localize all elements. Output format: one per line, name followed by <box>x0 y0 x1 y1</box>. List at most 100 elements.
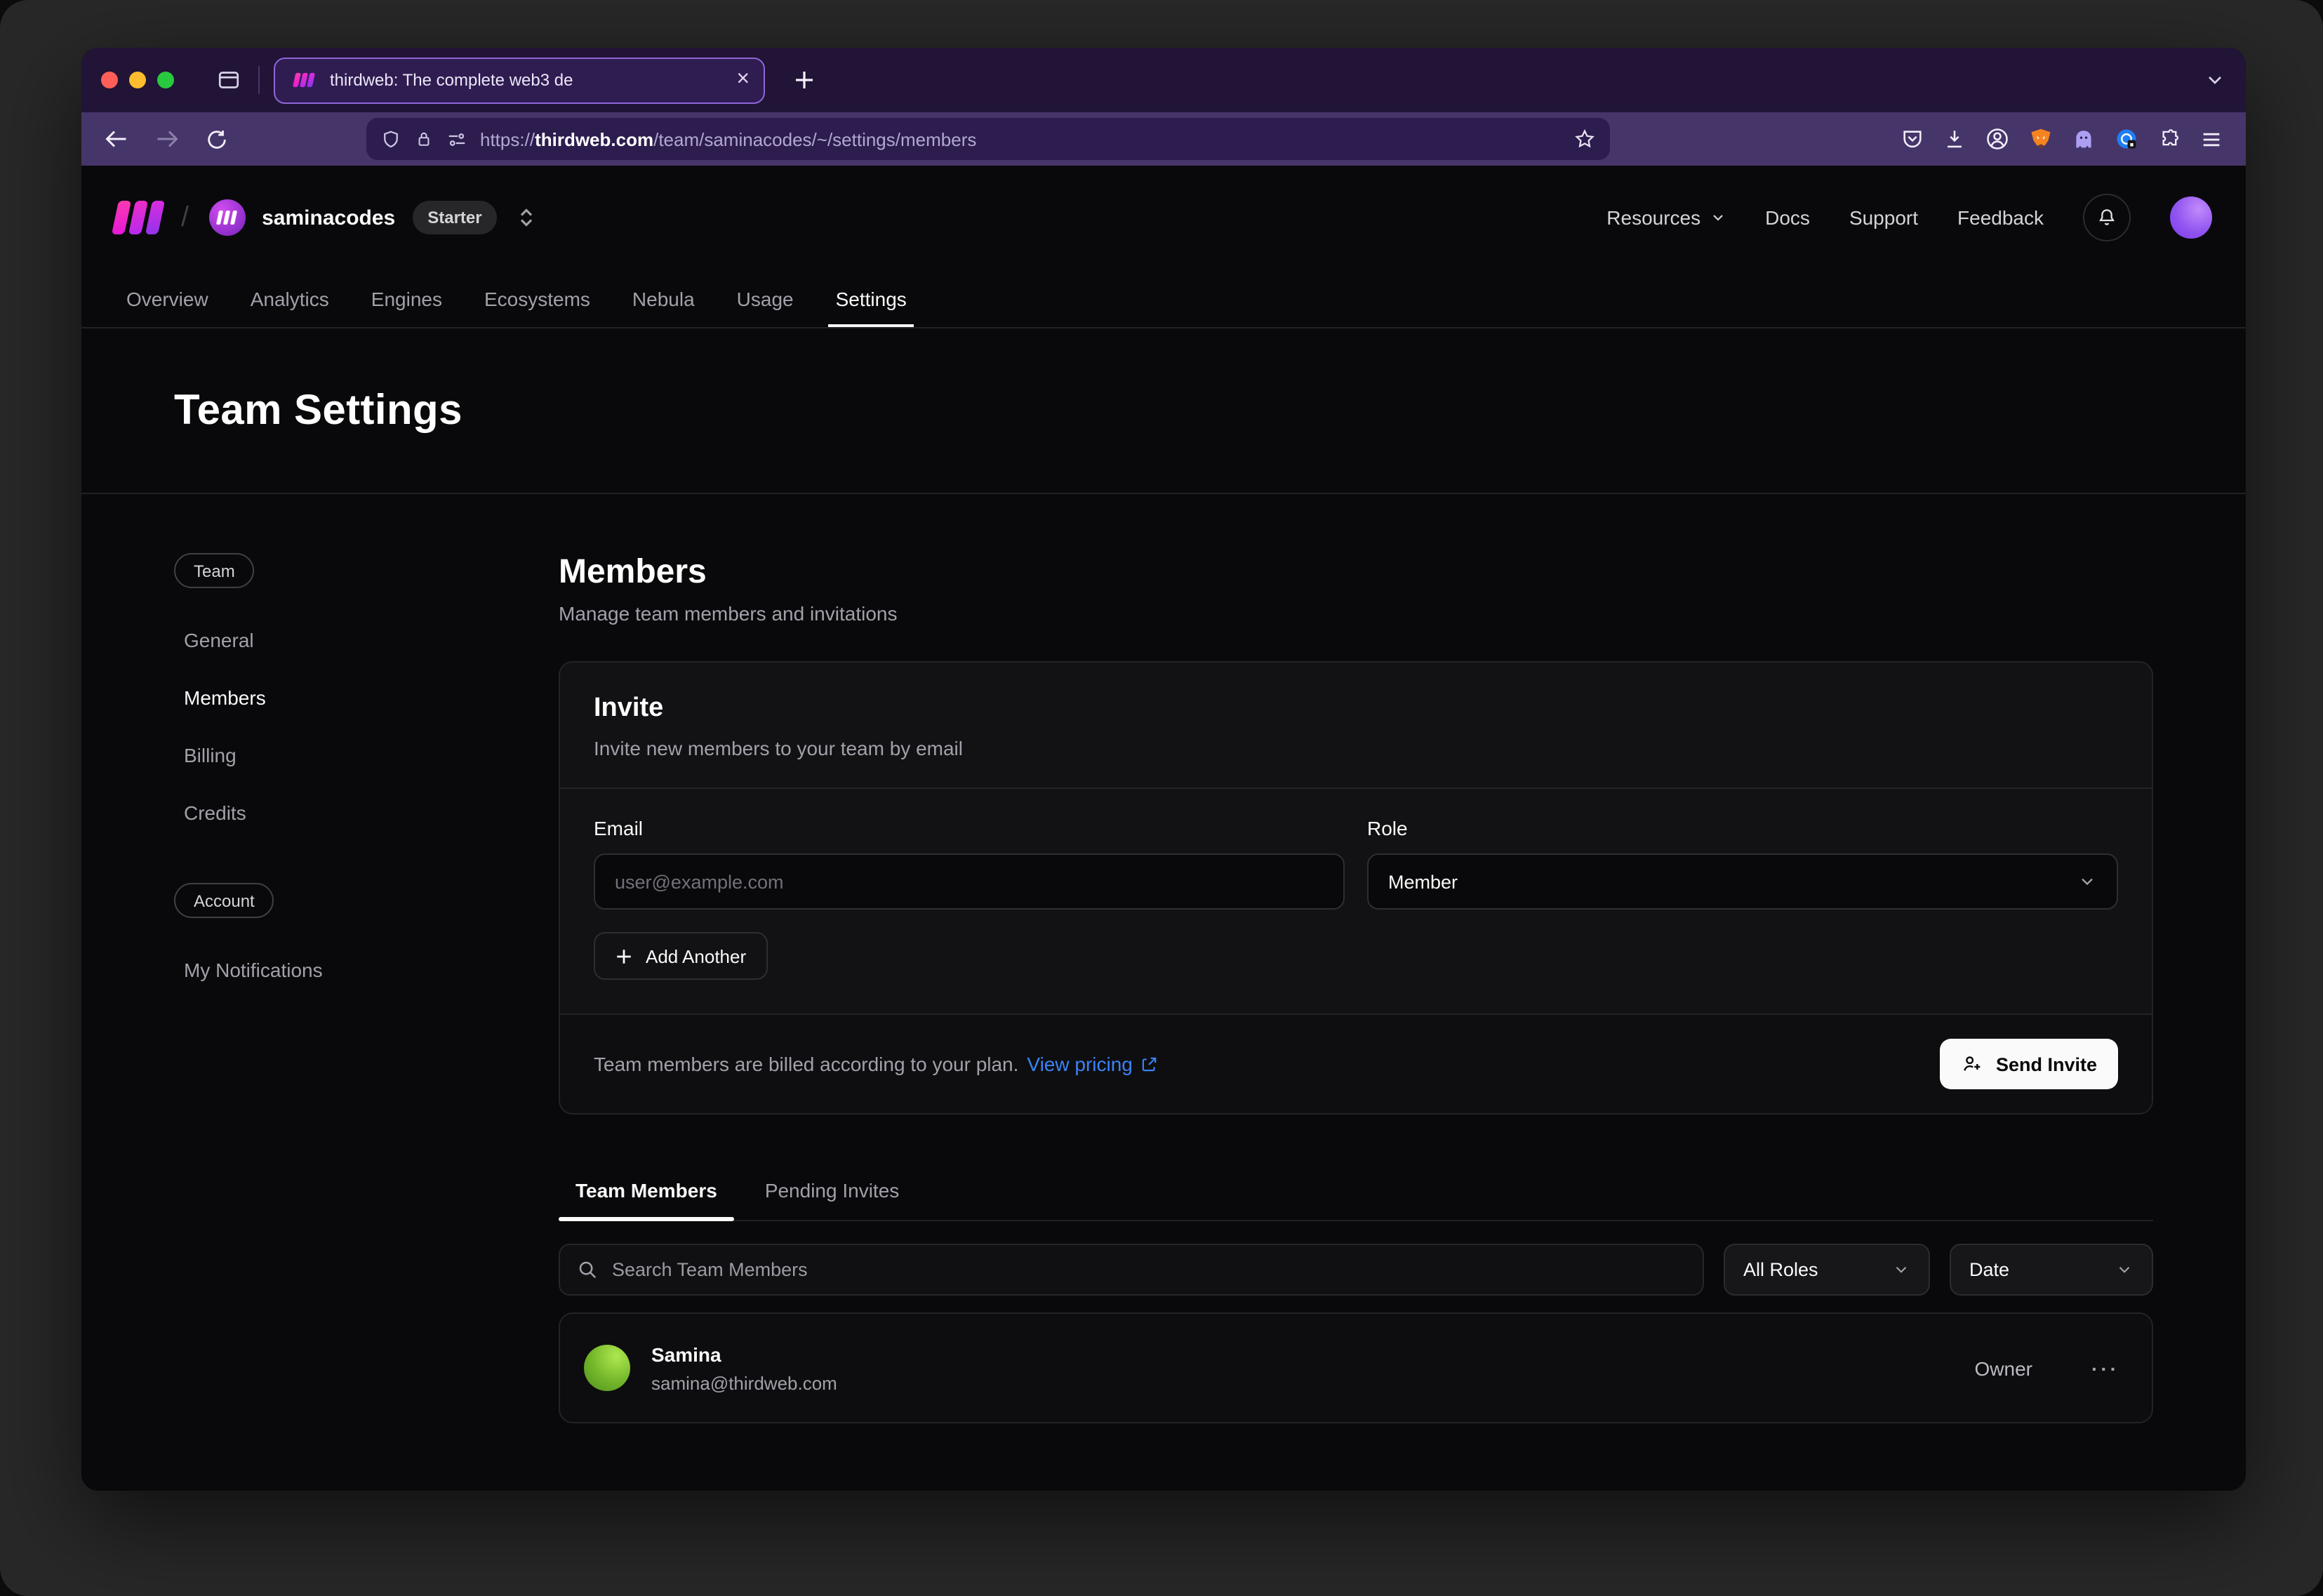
tab-pending-invites[interactable]: Pending Invites <box>748 1179 916 1220</box>
downloads-icon[interactable] <box>1943 127 1966 151</box>
send-invite-button[interactable]: Send Invite <box>1940 1039 2118 1089</box>
team-switcher-icon[interactable] <box>517 206 537 229</box>
breadcrumb-separator: / <box>181 201 189 234</box>
sidebar-item-members[interactable]: Members <box>184 668 511 726</box>
phantom-icon[interactable] <box>2072 127 2096 151</box>
email-label: Email <box>594 817 1345 839</box>
tab-ecosystems[interactable]: Ecosystems <box>484 270 590 327</box>
date-sort-select[interactable]: Date <box>1950 1244 2153 1296</box>
external-link-icon <box>1140 1055 1158 1073</box>
account-icon[interactable] <box>1985 126 2010 152</box>
sidebar-group-account: Account <box>174 883 274 918</box>
view-pricing-link[interactable]: View pricing <box>1027 1053 1157 1075</box>
user-avatar[interactable] <box>2170 197 2212 239</box>
firefox-view-icon[interactable] <box>216 67 241 93</box>
email-field[interactable] <box>615 871 1324 892</box>
add-another-button[interactable]: Add Another <box>594 932 767 980</box>
team-name[interactable]: saminacodes <box>262 206 395 230</box>
sidebar-item-my-notifications[interactable]: My Notifications <box>184 940 511 998</box>
password-manager-icon[interactable] <box>2114 126 2139 152</box>
member-avatar <box>584 1345 630 1391</box>
email-field-wrap <box>594 853 1345 910</box>
maximize-window-button[interactable] <box>157 72 174 88</box>
nav-resources[interactable]: Resources <box>1606 206 1726 229</box>
tab-nebula[interactable]: Nebula <box>632 270 695 327</box>
browser-tab[interactable]: thirdweb: The complete web3 de × <box>274 57 765 103</box>
search-wrap <box>559 1244 1704 1296</box>
bookmark-star-icon[interactable] <box>1573 128 1596 150</box>
tab-team-members[interactable]: Team Members <box>559 1179 734 1220</box>
role-select[interactable]: Member <box>1367 853 2118 910</box>
url-bar[interactable]: https://thirdweb.com/team/saminacodes/~/… <box>366 118 1610 160</box>
new-tab-icon[interactable] <box>793 69 816 91</box>
sidebar-group-team: Team <box>174 553 255 588</box>
nav-docs[interactable]: Docs <box>1765 206 1810 229</box>
url-text[interactable]: https://thirdweb.com/team/saminacodes/~/… <box>480 128 976 149</box>
page-title-band: Team Settings <box>81 328 2246 494</box>
sidebar-item-general[interactable]: General <box>184 611 511 668</box>
tab-analytics[interactable]: Analytics <box>251 270 329 327</box>
bell-icon <box>2096 206 2118 229</box>
member-list: Samina samina@thirdweb.com Owner ··· <box>559 1312 2153 1423</box>
role-label: Role <box>1367 817 2118 839</box>
thirdweb-favicon <box>294 73 314 87</box>
desktop: thirdweb: The complete web3 de × <box>0 0 2323 1596</box>
plus-icon <box>615 947 633 965</box>
back-icon[interactable] <box>104 126 129 152</box>
member-role: Owner <box>1975 1357 2032 1379</box>
extensions-puzzle-icon[interactable] <box>2157 127 2181 151</box>
chevron-down-icon <box>2115 1261 2134 1279</box>
tab-list-chevron-icon[interactable] <box>2204 69 2226 91</box>
member-actions-menu-icon[interactable]: ··· <box>2091 1357 2119 1379</box>
notifications-bell-button[interactable] <box>2083 194 2131 241</box>
browser-toolbar: https://thirdweb.com/team/saminacodes/~/… <box>81 112 2246 166</box>
invite-title: Invite <box>594 693 2118 724</box>
team-avatar[interactable] <box>208 199 245 236</box>
tab-usage[interactable]: Usage <box>737 270 794 327</box>
page-title: Team Settings <box>174 387 462 434</box>
chevron-down-icon <box>1709 209 1726 226</box>
tab-overview[interactable]: Overview <box>126 270 208 327</box>
member-email: samina@thirdweb.com <box>651 1372 837 1393</box>
member-row: Samina samina@thirdweb.com Owner ··· <box>560 1314 2152 1422</box>
member-filters: All Roles Date <box>559 1244 2153 1296</box>
tracking-protection-shield-icon[interactable] <box>380 128 401 149</box>
roles-filter-select[interactable]: All Roles <box>1724 1244 1930 1296</box>
lock-icon[interactable] <box>414 129 434 149</box>
tab-settings[interactable]: Settings <box>836 270 907 327</box>
menu-hamburger-icon[interactable] <box>2199 127 2223 151</box>
members-heading: Members <box>559 553 2153 592</box>
window-controls[interactable] <box>101 72 174 88</box>
close-window-button[interactable] <box>101 72 118 88</box>
nav-feedback[interactable]: Feedback <box>1957 206 2044 229</box>
minimize-window-button[interactable] <box>129 72 146 88</box>
close-tab-icon[interactable]: × <box>736 67 750 93</box>
browser-tab-bar: thirdweb: The complete web3 de × <box>81 48 2246 112</box>
tab-engines[interactable]: Engines <box>371 270 442 327</box>
search-input[interactable] <box>612 1259 1686 1280</box>
settings-sidebar: Team General Members Billing Credits Acc… <box>174 553 511 1423</box>
search-icon <box>577 1259 598 1280</box>
role-value: Member <box>1388 871 1458 892</box>
billing-note: Team members are billed according to you… <box>594 1053 1158 1075</box>
member-name: Samina <box>651 1343 837 1365</box>
site-header: / saminacodes Starter Resources Docs Sup… <box>81 166 2246 270</box>
invite-subtitle: Invite new members to your team by email <box>594 737 2118 759</box>
member-list-tabs: Team Members Pending Invites <box>559 1179 2153 1221</box>
browser-window: thirdweb: The complete web3 de × <box>81 48 2246 1491</box>
nav-support[interactable]: Support <box>1849 206 1918 229</box>
reload-icon[interactable] <box>205 127 229 151</box>
pocket-icon[interactable] <box>1901 127 1924 151</box>
sidebar-item-credits[interactable]: Credits <box>184 783 511 841</box>
sidebar-item-billing[interactable]: Billing <box>184 726 511 783</box>
thirdweb-logo[interactable] <box>115 201 161 234</box>
user-plus-icon <box>1961 1053 1983 1075</box>
metamask-icon[interactable] <box>2028 126 2054 152</box>
members-subheading: Manage team members and invitations <box>559 602 2153 625</box>
tab-title: thirdweb: The complete web3 de <box>330 70 725 90</box>
dashboard-tabs: Overview Analytics Engines Ecosystems Ne… <box>81 270 2246 328</box>
permissions-icon[interactable] <box>446 128 467 149</box>
chevron-down-icon <box>1892 1261 1910 1279</box>
thirdweb-page: / saminacodes Starter Resources Docs Sup… <box>81 166 2246 1491</box>
forward-icon[interactable] <box>154 126 180 152</box>
